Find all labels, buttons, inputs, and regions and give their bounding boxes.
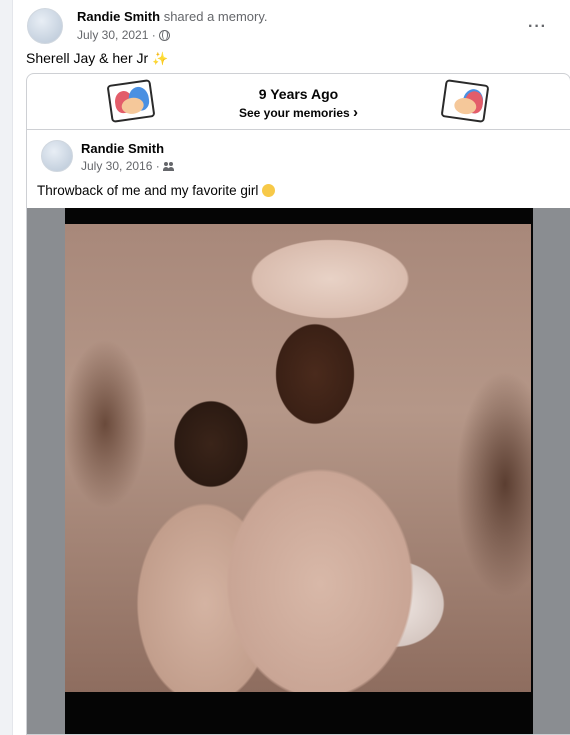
post-caption-text: Sherell Jay & her Jr [26,50,149,66]
author-avatar[interactable] [27,8,63,44]
memory-card: 9 Years Ago See your memories › Randie S… [26,73,570,735]
author-line: Randie Smith shared a memory. [77,9,268,24]
original-author-name[interactable]: Randie Smith [81,141,164,156]
avatar-image [52,150,70,168]
original-post-header: Randie Smith July 30, 2016 · [37,138,537,178]
original-post-caption: Throwback of me and my favorite girl [37,183,276,198]
sparkles-icon: ✨ [152,51,169,66]
more-options-icon[interactable]: ··· [528,18,547,36]
avatar-image [38,18,56,36]
post-card: Randie Smith shared a memory. July 30, 2… [12,0,570,735]
photo-container[interactable] [27,208,570,734]
author-name[interactable]: Randie Smith [77,9,160,24]
see-memories-link[interactable]: See your memories › [27,104,570,121]
smiling-face-emoji-icon [262,184,276,197]
post-meta: July 30, 2021 · [77,28,170,42]
friends-icon [162,161,175,171]
post-caption: Sherell Jay & her Jr ✨ [26,50,168,67]
globe-icon [158,29,170,41]
post-date[interactable]: July 30, 2021 · [77,28,156,42]
vintage-portrait-photo[interactable] [65,224,531,692]
memory-banner[interactable]: 9 Years Ago See your memories › [27,74,570,130]
original-caption-text: Throwback of me and my favorite girl [37,183,259,198]
post-header: Randie Smith shared a memory. July 30, 2… [25,8,555,48]
original-post-date[interactable]: July 30, 2016 · [81,159,160,173]
see-memories-label: See your memories [238,106,350,120]
original-post-meta: July 30, 2016 · [81,159,175,173]
post-action-text: shared a memory. [163,9,268,24]
chevron-right-icon: › [353,104,359,121]
couple-sticker-icon [440,79,490,123]
original-author-avatar[interactable] [41,140,73,172]
